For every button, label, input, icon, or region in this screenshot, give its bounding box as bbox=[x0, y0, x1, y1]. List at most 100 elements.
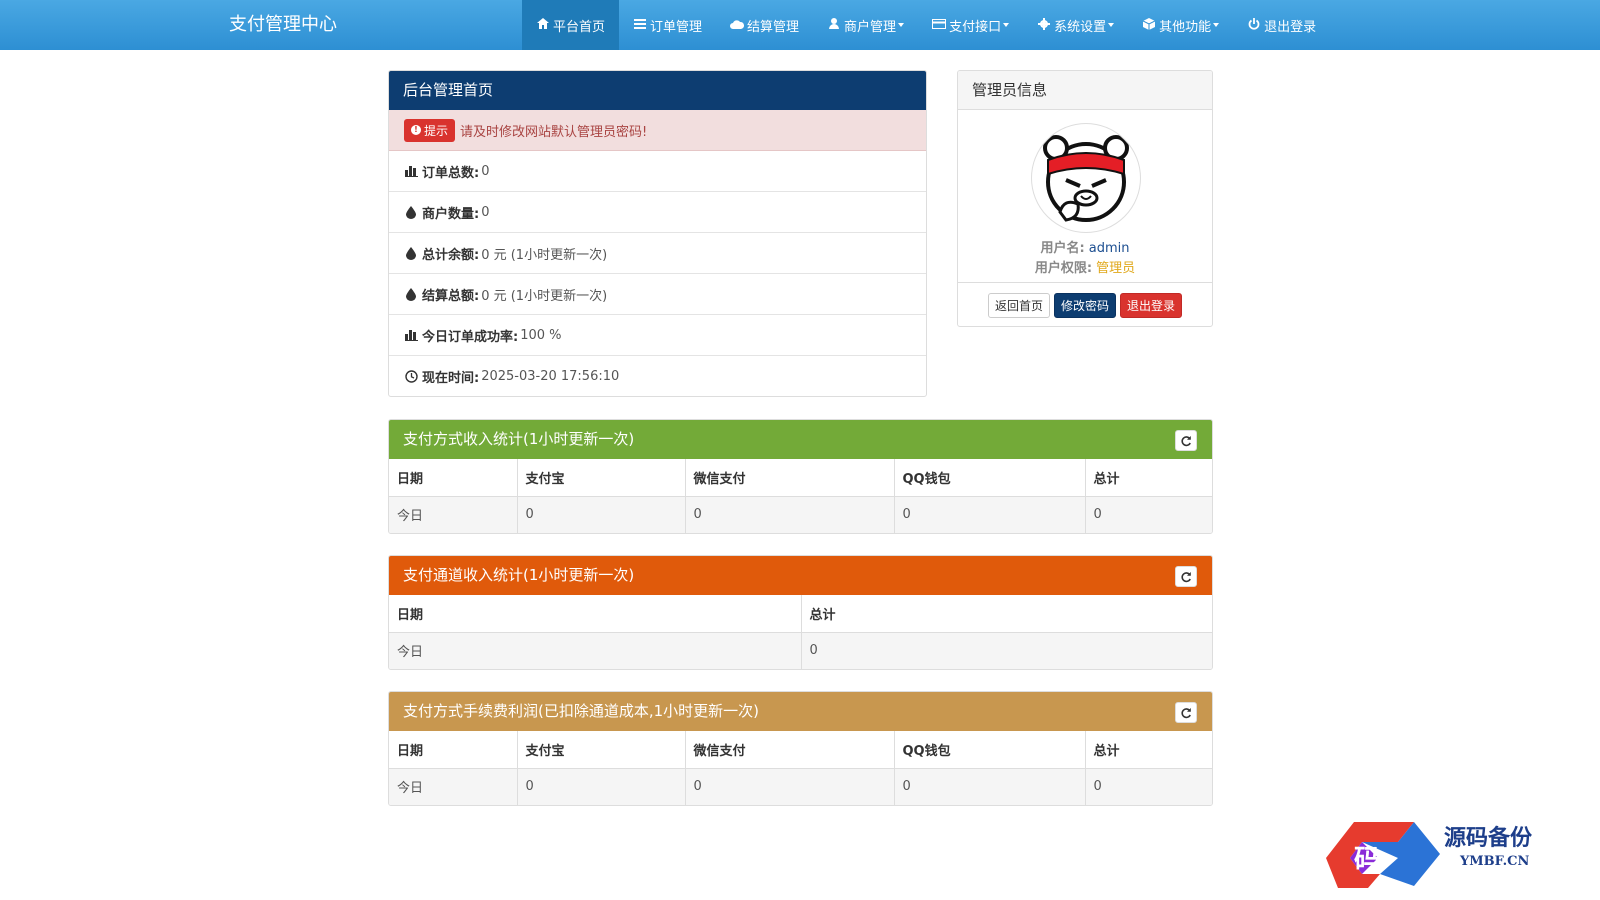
chevron-down-icon bbox=[1003, 23, 1010, 27]
username-value: admin bbox=[1088, 241, 1130, 256]
table-row: 今日 0 0 0 0 bbox=[389, 496, 1212, 533]
panel-title-text: 支付通道收入统计(1小时更新一次) bbox=[403, 566, 635, 584]
bar-chart-icon bbox=[404, 329, 418, 341]
nav-other-features[interactable]: 其他功能 bbox=[1128, 0, 1233, 50]
change-password-button[interactable]: 修改密码 bbox=[1053, 292, 1116, 318]
watermark: 码 源码备份 YMBF.CN bbox=[1318, 818, 1600, 898]
refresh-icon bbox=[1181, 571, 1191, 582]
cell-total: 0 bbox=[1085, 496, 1212, 533]
refresh-icon bbox=[1181, 435, 1191, 446]
col-wechat: 微信支付 bbox=[685, 731, 895, 769]
nav-home-label: 平台首页 bbox=[553, 19, 606, 35]
admin-info-panel: 管理员信息 用户名: admin 用户权限: 管理员 返回首页 修改密码 退出登… bbox=[957, 70, 1213, 327]
password-alert: ! 提示 请及时修改网站默认管理员密码! bbox=[389, 110, 926, 151]
nav-system-settings-label: 系统设置 bbox=[1054, 19, 1107, 35]
col-date: 日期 bbox=[389, 459, 518, 497]
card-icon bbox=[932, 18, 947, 32]
cell-date: 今日 bbox=[389, 632, 802, 669]
alert-badge: ! 提示 bbox=[404, 118, 456, 142]
refresh-button[interactable] bbox=[1175, 566, 1197, 587]
role-value: 管理员 bbox=[1096, 261, 1136, 276]
alert-text: 请及时修改网站默认管理员密码! bbox=[460, 124, 648, 140]
stat-value: 100 % bbox=[520, 327, 562, 343]
col-alipay: 支付宝 bbox=[517, 731, 686, 769]
nav-merchants-label: 商户管理 bbox=[844, 19, 897, 35]
stat-value: 0 bbox=[481, 163, 490, 179]
info-icon: ! bbox=[411, 125, 421, 135]
drop-icon bbox=[404, 287, 418, 301]
nav-home[interactable]: 平台首页 bbox=[522, 0, 620, 50]
stat-row-order-total: 订单总数: 0 bbox=[389, 151, 926, 192]
nav-payment-api[interactable]: 支付接口 bbox=[918, 0, 1023, 50]
admin-username-line: 用户名: admin bbox=[958, 237, 1212, 256]
watermark-logo-icon: 码 bbox=[1326, 822, 1440, 888]
bar-chart-icon bbox=[404, 165, 418, 177]
admin-actions: 返回首页 修改密码 退出登录 bbox=[958, 282, 1212, 326]
clock-icon bbox=[404, 370, 418, 383]
stat-value: 0 元 (1小时更新一次) bbox=[481, 247, 608, 263]
gear-icon bbox=[1037, 17, 1051, 33]
stat-label: 总计余额: bbox=[422, 247, 480, 263]
dashboard-title: 后台管理首页 bbox=[389, 71, 926, 110]
home-icon bbox=[536, 18, 550, 32]
nav-settlement-label: 结算管理 bbox=[747, 19, 800, 35]
stat-row-success-rate: 今日订单成功率: 100 % bbox=[389, 315, 926, 356]
nav-other-features-label: 其他功能 bbox=[1159, 19, 1212, 35]
brand-title[interactable]: 支付管理中心 bbox=[229, 0, 337, 50]
watermark-logo-char: 码 bbox=[1354, 845, 1380, 875]
stat-label: 今日订单成功率: bbox=[422, 329, 519, 345]
username-label: 用户名: bbox=[1040, 241, 1085, 256]
main-nav: 平台首页 订单管理 结算管理 商户管理 支付接口 系统设置 其他功能 退出登录 bbox=[522, 0, 1330, 50]
channel-income-title: 支付通道收入统计(1小时更新一次) bbox=[389, 556, 1212, 595]
drop-icon bbox=[404, 205, 418, 219]
alert-badge-label: 提示 bbox=[424, 123, 449, 138]
refresh-button[interactable] bbox=[1175, 430, 1197, 451]
col-qqwallet: QQ钱包 bbox=[894, 459, 1086, 497]
cell-wechat: 0 bbox=[685, 496, 895, 533]
nav-logout-label: 退出登录 bbox=[1264, 19, 1317, 35]
payment-method-income-panel: 支付方式收入统计(1小时更新一次) 日期 支付宝 微信支付 QQ钱包 总计 今日… bbox=[388, 419, 1213, 534]
stat-value: 0 元 (1小时更新一次) bbox=[481, 288, 608, 304]
refresh-button[interactable] bbox=[1175, 702, 1197, 723]
chevron-down-icon bbox=[1108, 23, 1115, 27]
nav-merchants[interactable]: 商户管理 bbox=[813, 0, 918, 50]
nav-system-settings[interactable]: 系统设置 bbox=[1023, 0, 1128, 50]
stat-row-merchant-count: 商户数量: 0 bbox=[389, 192, 926, 233]
stat-label: 订单总数: bbox=[422, 165, 480, 181]
list-icon bbox=[633, 18, 647, 32]
table-row: 今日 0 bbox=[389, 632, 1212, 669]
col-qqwallet: QQ钱包 bbox=[894, 731, 1086, 769]
nav-orders-label: 订单管理 bbox=[650, 19, 703, 35]
payment-method-income-title: 支付方式收入统计(1小时更新一次) bbox=[389, 420, 1212, 459]
nav-settlement[interactable]: 结算管理 bbox=[716, 0, 813, 50]
cube-icon bbox=[1142, 17, 1156, 33]
nav-payment-api-label: 支付接口 bbox=[949, 19, 1002, 35]
top-navbar: 支付管理中心 平台首页 订单管理 结算管理 商户管理 支付接口 系统设置 其他功… bbox=[0, 0, 1600, 50]
avatar bbox=[1031, 123, 1141, 233]
cell-alipay: 0 bbox=[517, 496, 686, 533]
channel-income-panel: 支付通道收入统计(1小时更新一次) 日期 总计 今日 0 bbox=[388, 555, 1213, 670]
nav-orders[interactable]: 订单管理 bbox=[619, 0, 716, 50]
channel-income-table: 日期 总计 今日 0 bbox=[389, 595, 1212, 669]
fee-profit-panel: 支付方式手续费利润(已扣除通道成本,1小时更新一次) 日期 支付宝 微信支付 Q… bbox=[388, 691, 1213, 806]
logout-button[interactable]: 退出登录 bbox=[1120, 292, 1183, 318]
cell-date: 今日 bbox=[389, 496, 518, 533]
panel-title-text: 支付方式手续费利润(已扣除通道成本,1小时更新一次) bbox=[403, 702, 760, 720]
nav-logout[interactable]: 退出登录 bbox=[1233, 0, 1330, 50]
fee-profit-table: 日期 支付宝 微信支付 QQ钱包 总计 今日 0 0 0 0 bbox=[389, 731, 1212, 805]
cell-wechat: 0 bbox=[685, 768, 895, 805]
admin-role-line: 用户权限: 管理员 bbox=[958, 257, 1212, 276]
refresh-icon bbox=[1181, 707, 1191, 718]
user-icon bbox=[827, 18, 841, 32]
payment-method-income-table: 日期 支付宝 微信支付 QQ钱包 总计 今日 0 0 0 0 bbox=[389, 459, 1212, 533]
cell-alipay: 0 bbox=[517, 768, 686, 805]
col-alipay: 支付宝 bbox=[517, 459, 686, 497]
table-header-row: 日期 总计 bbox=[389, 595, 1212, 633]
back-home-button[interactable]: 返回首页 bbox=[987, 292, 1050, 318]
col-date: 日期 bbox=[389, 595, 802, 633]
col-date: 日期 bbox=[389, 731, 518, 769]
table-header-row: 日期 支付宝 微信支付 QQ钱包 总计 bbox=[389, 459, 1212, 497]
stat-row-settlement-total: 结算总额: 0 元 (1小时更新一次) bbox=[389, 274, 926, 315]
chevron-down-icon bbox=[1213, 23, 1220, 27]
stat-row-current-time: 现在时间: 2025-03-20 17:56:10 bbox=[389, 356, 926, 396]
